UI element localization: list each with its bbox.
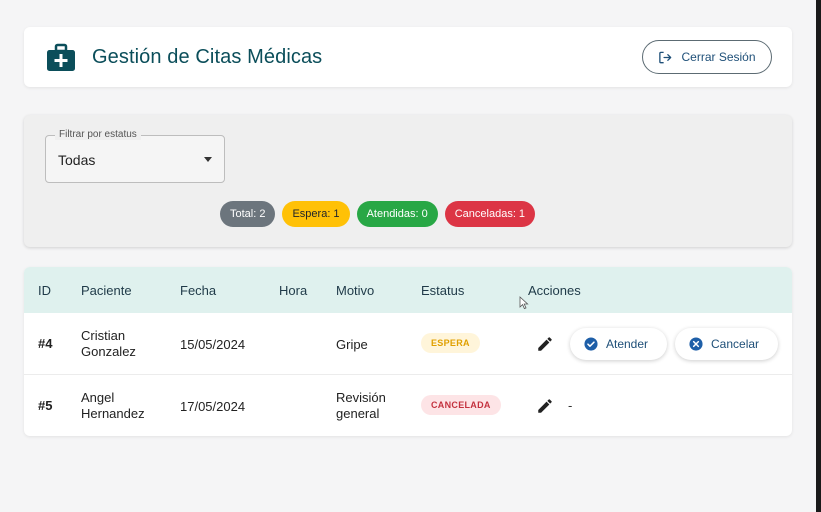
logout-button[interactable]: Cerrar Sesión	[642, 40, 772, 74]
patient-first-name: Angel	[81, 390, 115, 405]
espera-badge: Espera: 1	[282, 201, 350, 227]
patient-name: Cristian Gonzalez	[81, 328, 136, 360]
status-summary: Total: 2 Espera: 1 Atendidas: 0 Cancelad…	[220, 201, 536, 227]
column-header-acciones: Acciones	[528, 283, 581, 298]
app-header: Gestión de Citas Médicas Cerrar Sesión	[24, 27, 792, 87]
check-circle-icon	[584, 337, 598, 351]
mouse-pointer-icon	[519, 296, 529, 310]
appointments-table: ID Paciente Fecha Hora Motivo Estatus Ac…	[24, 267, 792, 436]
appointment-reason: Revisión general	[336, 390, 386, 422]
medical-kit-icon	[47, 43, 75, 71]
appointment-date: 15/05/2024	[180, 337, 246, 352]
brand: Gestión de Citas Médicas	[46, 42, 322, 72]
column-header-fecha: Fecha	[180, 283, 217, 298]
status-badge: ESPERA	[421, 333, 480, 353]
logout-icon	[659, 51, 672, 63]
filter-panel: Filtrar por estatus Todas Total: 2 Esper…	[24, 115, 792, 247]
appointment-date: 17/05/2024	[180, 399, 246, 414]
column-header-estatus: Estatus	[421, 283, 465, 298]
table-row: #4 Cristian Gonzalez 15/05/2024 Gripe ES…	[24, 313, 792, 375]
cancelar-label: Cancelar	[711, 337, 760, 351]
table-header: ID Paciente Fecha Hora Motivo Estatus Ac…	[24, 267, 792, 313]
patient-name: Angel Hernandez	[81, 390, 145, 422]
page-title: Gestión de Citas Médicas	[92, 45, 323, 68]
filter-value: Todas	[58, 152, 96, 168]
patient-last-name: Hernandez	[81, 406, 145, 421]
x-circle-icon	[689, 337, 703, 351]
column-header-hora: Hora	[279, 283, 308, 298]
status-filter-select[interactable]: Filtrar por estatus Todas	[45, 129, 225, 183]
patient-last-name: Gonzalez	[81, 344, 136, 359]
column-header-motivo: Motivo	[336, 283, 375, 298]
atender-label: Atender	[606, 337, 649, 351]
atendidas-badge: Atendidas: 0	[356, 201, 438, 227]
canceladas-badge: Canceladas: 1	[444, 201, 536, 227]
cancelar-button[interactable]: Cancelar	[675, 328, 778, 360]
pencil-icon[interactable]	[536, 335, 554, 353]
no-actions-placeholder: -	[568, 398, 573, 413]
logout-label: Cerrar Sesión	[681, 50, 756, 64]
total-badge: Total: 2	[220, 201, 276, 227]
pencil-icon[interactable]	[536, 397, 554, 415]
window-edge	[816, 0, 821, 512]
patient-first-name: Cristian	[81, 328, 126, 343]
status-badge: CANCELADA	[421, 395, 501, 415]
column-header-paciente: Paciente	[81, 283, 132, 298]
column-header-id: ID	[38, 283, 51, 298]
filter-label: Filtrar por estatus	[55, 129, 141, 140]
reason-line-1: Revisión	[336, 390, 386, 405]
appointment-id: #4	[38, 336, 53, 351]
appointment-reason: Gripe	[336, 337, 368, 352]
caret-down-icon	[204, 157, 212, 162]
reason-line-2: general	[336, 406, 380, 421]
table-row: #5 Angel Hernandez 17/05/2024 Revisión g…	[24, 375, 792, 436]
appointment-id: #5	[38, 398, 53, 413]
atender-button[interactable]: Atender	[570, 328, 667, 360]
